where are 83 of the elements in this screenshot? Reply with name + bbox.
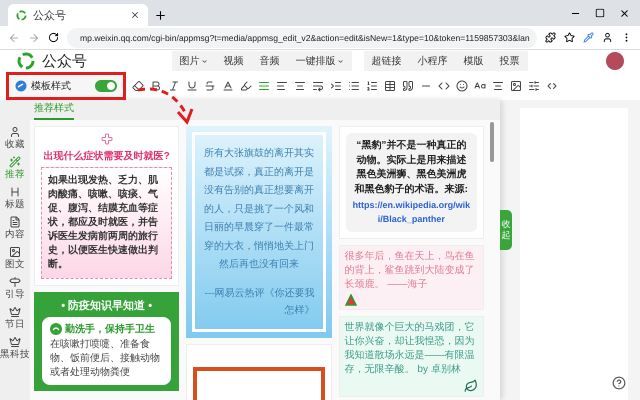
template-card[interactable]: 所有大张旗鼓的离开其实都是试探，真正的离开是没有告别的真正想要离开的人，只是挑了一个风和日丽的早晨穿了一件最常穿的大衣，悄悄地关上门然后再也没有回来 ---网易云热评《你还要我怎样》 xyxy=(186,126,332,338)
tab-title: 公众号 xyxy=(33,8,66,22)
quote-source: ---网易云热评《你还要我怎样》 xyxy=(204,286,315,318)
toggle-switch[interactable] xyxy=(95,80,117,92)
wand-icon xyxy=(9,156,21,168)
template-text: 很多年后，鱼在天上，鸟在鱼的背上，鲨鱼跳到大陆变成了长颈鹿。 ——海子 xyxy=(344,250,476,292)
maximize-icon[interactable] xyxy=(595,8,605,18)
address-bar[interactable]: mp.weixin.qq.com/cgi-bin/appmsg?t=media/appmsg_edit_v2&action=edit&isNew=1&type=10&token=1159857303&lan xyxy=(67,28,537,48)
avatar[interactable] xyxy=(606,52,624,70)
font-color-icon[interactable] xyxy=(222,80,234,92)
align-left-icon[interactable] xyxy=(276,80,288,92)
close-icon[interactable] xyxy=(619,8,630,18)
image-icon xyxy=(9,246,21,258)
image-icon[interactable] xyxy=(510,80,522,92)
logo-icon xyxy=(16,10,27,20)
document-icon xyxy=(9,216,21,228)
template-title: 出现什么症状需要及时就医? xyxy=(44,150,170,163)
italic-icon[interactable] xyxy=(168,80,180,92)
sliders-icon[interactable] xyxy=(528,80,540,92)
person-icon xyxy=(9,126,21,138)
template-icon xyxy=(15,80,27,92)
wiki-link[interactable]: https://en.wikipedia.org/wiki/Black_panther xyxy=(352,199,471,226)
template-text: 如果出现发热、乏力、肌肉酸痛、咳嗽、咳痰、气促、腹泻、结膜充血等症状，都应及时就医，并告诉医生发病前两周的旅行史，以便医生快速做出判断。 xyxy=(41,167,172,279)
template-card[interactable]: “黑豹”并不是一种真正的动物。实际上是用来描述黑色美洲狮、黑色美洲虎和黑色豹子的术语。来源: https://en.wikipedia.org/wiki/Black_panther xyxy=(338,126,484,239)
brand-name: 公众号 xyxy=(42,52,87,70)
reload-icon[interactable] xyxy=(48,32,59,43)
expand-icon[interactable] xyxy=(546,80,558,92)
insert-menu-item[interactable]: 投票 xyxy=(492,54,528,68)
insert-menu-item[interactable]: 模版 xyxy=(456,54,492,68)
signpost-icon xyxy=(9,276,21,288)
ordered-list-icon[interactable] xyxy=(366,80,378,92)
emoji-icon[interactable] xyxy=(456,80,468,92)
insert-menu-item[interactable]: 音频 xyxy=(252,54,288,68)
highlight-icon[interactable] xyxy=(240,80,252,92)
category-item[interactable]: 引导 xyxy=(0,276,30,301)
star-icon[interactable] xyxy=(564,32,575,43)
template-card[interactable]: • 防疫知识早知道 • 勤洗手，保持手卫生 在咳嗽打喷嚏、准备食物、饭前便后、接触动物或者处理动物粪便 xyxy=(34,292,180,391)
medical-cross-icon xyxy=(100,133,113,145)
extension-icon[interactable] xyxy=(545,32,556,43)
new-tab-icon[interactable] xyxy=(154,9,167,22)
template-title: • 防疫知识早知道 • xyxy=(60,298,154,313)
logo-icon xyxy=(16,51,36,71)
align-justify-icon[interactable] xyxy=(258,80,270,92)
template-text: 世界就像个巨大的马戏团，它让你兴奋，却让我惶恐，因为我知道散场永远是——有限温存，无限辛酸。 by 卓别林 xyxy=(344,321,476,377)
category-item[interactable]: 收藏 xyxy=(0,126,30,151)
profile-icon[interactable] xyxy=(602,32,613,43)
eraser-icon[interactable] xyxy=(132,80,144,92)
template-text: 所有大张旗鼓的离开其实都是试探，真正的离开是没有告别的真正想要离开的人，只是挑了一个风和日丽的早晨穿了一件最常穿的大衣，悄悄地关上门然后再也没有回来 xyxy=(203,146,315,272)
crown-icon xyxy=(9,336,21,348)
quote-icon[interactable] xyxy=(402,80,414,92)
close-icon[interactable] xyxy=(130,10,140,20)
scrollbar[interactable] xyxy=(490,122,494,162)
category-item[interactable]: 黑科技 xyxy=(0,336,30,361)
strikethrough-icon[interactable] xyxy=(204,80,216,92)
insert-menu-item[interactable]: 超链接 xyxy=(364,54,410,68)
insert-menu-item[interactable]: 视频 xyxy=(216,54,252,68)
category-item[interactable]: 图文 xyxy=(0,246,30,271)
template-text: “黑豹”并不是一种真正的动物。实际上是用来描述黑色美洲狮、黑色美洲虎和黑色豹子的术语。来源: xyxy=(353,139,469,196)
heading-icon xyxy=(9,186,21,198)
template-card[interactable]: 出现什么症状需要及时就医? 如果出现发热、乏力、肌肉酸痛、咳嗽、咳痰、气促、腹泻、结膜充血等症状，都应及时就医，并告诉医生发病前两周的旅行史，以便医生快速做出判断。 xyxy=(34,126,180,286)
category-item[interactable]: 内容 xyxy=(0,216,30,241)
table-icon[interactable] xyxy=(384,80,396,92)
align-icon[interactable] xyxy=(492,80,504,92)
align-center-icon[interactable] xyxy=(294,80,306,92)
template-subtitle: 勤洗手，保持手卫生 xyxy=(65,322,155,336)
insert-menu-item[interactable]: 一键排版 xyxy=(288,54,352,68)
line-spacing-icon[interactable] xyxy=(312,80,324,92)
bold-icon[interactable] xyxy=(150,80,162,92)
caret-icon[interactable] xyxy=(336,58,344,64)
help-icon[interactable] xyxy=(612,376,626,390)
crown-icon xyxy=(9,306,21,318)
insert-menu-item[interactable]: 图片 xyxy=(172,54,216,68)
template-text: 在咳嗽打喷嚏、准备食物、饭前便后、接触动物或者处理动物粪便 xyxy=(50,338,161,380)
template-style-label: 模板样式 xyxy=(31,80,72,93)
leaf-icon xyxy=(464,379,478,393)
indent-icon[interactable] xyxy=(330,80,342,92)
caret-icon[interactable] xyxy=(200,58,208,64)
category-item[interactable]: 标题 xyxy=(0,186,30,211)
browser-tab[interactable]: 公众号 xyxy=(8,4,148,26)
category-item[interactable]: 节日 xyxy=(0,306,30,331)
underline-icon[interactable] xyxy=(186,80,198,92)
insert-menu-item[interactable]: 小程序 xyxy=(410,54,456,68)
code-icon[interactable] xyxy=(438,80,450,92)
